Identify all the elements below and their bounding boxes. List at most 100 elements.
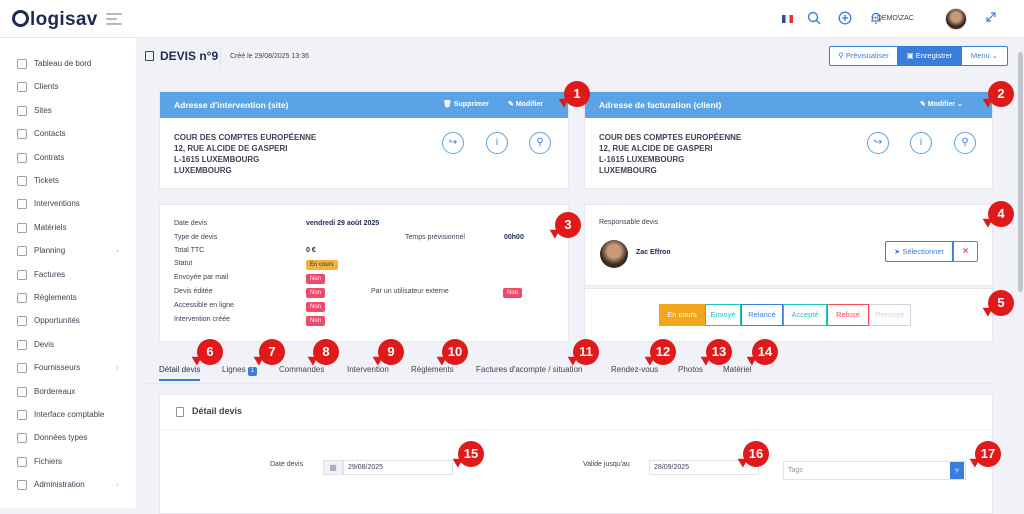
map-pin-icon[interactable]: ⚲ <box>529 132 551 154</box>
document-icon <box>176 407 184 417</box>
edit-billing-address-button[interactable]: ✎ Modifier ⌄ <box>920 92 963 118</box>
status-button-4[interactable]: Refusé <box>827 304 869 326</box>
billing-address-header: Adresse de facturation (client) ✎ Modifi… <box>585 92 992 118</box>
edit-site-address-button[interactable]: ✎ Modifier <box>508 92 543 118</box>
sidebar-item-label: Planning <box>34 246 66 256</box>
marker-6: 6 <box>197 339 223 365</box>
chevron-down-icon[interactable]: ▿ <box>950 462 964 479</box>
quote-date-input[interactable]: 29/08/2025 <box>343 460 453 475</box>
tab-7[interactable]: Photos <box>678 364 703 376</box>
fullscreen-icon[interactable] <box>983 11 999 27</box>
sidebar-item-4[interactable]: Contrats <box>0 147 136 169</box>
quote-date-value: vendredi 29 août 2025 <box>306 220 380 227</box>
sidebar-item-label: Devis <box>34 339 55 349</box>
chevron-right-icon: › <box>116 246 119 256</box>
sidebar-item-label: Fournisseurs <box>34 363 81 373</box>
sidebar-item-2[interactable]: Sites <box>0 100 136 122</box>
sidebar-item-9[interactable]: Factures <box>0 264 136 286</box>
quote-icon <box>17 339 27 350</box>
map-pin-icon[interactable]: ⚲ <box>954 132 976 154</box>
sidebar-item-11[interactable]: Opportunités <box>0 310 136 332</box>
avatar <box>600 240 628 268</box>
marker-17: 17 <box>975 441 1001 467</box>
status-button-1[interactable]: Envoyé <box>705 304 741 326</box>
user-menu[interactable]: ↪DEMO\ZAC <box>871 14 914 22</box>
sidebar-item-7[interactable]: Matériels <box>0 217 136 239</box>
truck-icon <box>17 363 27 374</box>
edited-badge: Non <box>306 288 326 298</box>
status-badge: En cours <box>306 260 338 270</box>
sidebar-item-17[interactable]: Fichiers <box>0 451 136 473</box>
sidebar-item-label: Données types <box>34 433 88 443</box>
tab-3[interactable]: Intervention <box>347 364 389 376</box>
avatar[interactable] <box>945 8 967 30</box>
menu-button[interactable]: Menu ⌄ <box>961 46 1008 66</box>
sidebar-item-6[interactable]: Interventions <box>0 193 136 215</box>
delete-address-button[interactable]: 🗑 Supprimer <box>443 92 489 118</box>
page-header: DEVIS n°9 Créé le 29/08/2025 13:36 ⚲ Pré… <box>145 38 1015 75</box>
scrollbar[interactable] <box>1017 38 1024 508</box>
preview-button[interactable]: ⚲ Prévisualiser <box>829 46 898 66</box>
tab-0[interactable]: Détail devis <box>159 364 201 381</box>
responsible-label: Responsable devis <box>599 219 659 226</box>
tab-1[interactable]: Lignes 1 <box>222 364 257 376</box>
status-button-5[interactable]: Renvoyé <box>869 304 911 326</box>
tab-5[interactable]: Factures d'acompte / situation <box>476 364 582 376</box>
save-button[interactable]: ▣ Enregistrer <box>898 46 961 66</box>
contracts-icon <box>17 152 27 163</box>
add-icon[interactable] <box>837 11 853 27</box>
floppy-icon: ▣ <box>906 51 916 60</box>
tags-input[interactable]: Tags <box>783 461 966 480</box>
share-icon[interactable]: ↪ <box>867 132 889 154</box>
sidebar-item-label: Factures <box>34 269 66 279</box>
sidebar-item-16[interactable]: Données types <box>0 427 136 449</box>
tab-6[interactable]: Rendez-vous <box>611 364 658 376</box>
sidebar-item-14[interactable]: Bordereaux <box>0 381 136 403</box>
sidebar-item-18[interactable]: Administration › <box>0 474 136 496</box>
site-address-text: COUR DES COMPTES EUROPÉENNE 12, RUE ALCI… <box>174 133 317 175</box>
search-icon: ⚲ <box>838 51 846 60</box>
scrollbar-thumb[interactable] <box>1018 52 1023 292</box>
sidebar-item-label: Matériels <box>34 222 67 232</box>
estimated-time-value: 00h00 <box>504 234 524 241</box>
contacts-icon <box>17 129 27 140</box>
app-logo[interactable]: logisav <box>12 9 98 31</box>
sidebar-item-12[interactable]: Devis <box>0 334 136 356</box>
count-badge: 1 <box>247 367 257 376</box>
select-responsible-button[interactable]: ➤ Sélectionner <box>885 241 953 262</box>
tab-8[interactable]: Matériel <box>723 364 751 376</box>
tab-4[interactable]: Règlements <box>411 364 454 376</box>
trash-icon: 🗑 <box>443 101 454 108</box>
sidebar-item-8[interactable]: Planning › <box>0 240 136 262</box>
fr-flag-icon[interactable] <box>782 15 793 23</box>
site-address-card: Adresse d'intervention (site) 🗑 Supprime… <box>159 91 569 189</box>
sidebar-item-5[interactable]: Tickets <box>0 170 136 192</box>
file-icon <box>17 456 27 467</box>
remove-responsible-button[interactable]: × <box>953 241 978 262</box>
responsible-card: Responsable devis Zac Effron ➤ Sélection… <box>584 204 993 286</box>
sidebar-item-1[interactable]: Clients <box>0 76 136 98</box>
info-icon[interactable]: i <box>910 132 932 154</box>
sent-by-mail-badge: Non <box>306 274 326 284</box>
sidebar-item-15[interactable]: Interface comptable <box>0 404 136 426</box>
status-button-2[interactable]: Relancé <box>741 304 783 326</box>
share-icon[interactable]: ↪ <box>442 132 464 154</box>
status-button-3[interactable]: Accepté <box>783 304 827 326</box>
info-icon[interactable]: i <box>486 132 508 154</box>
top-bar: logisav ↪DEMO\ZAC <box>0 0 1024 38</box>
sidebar-item-10[interactable]: Règlements <box>0 287 136 309</box>
sidebar-item-0[interactable]: Tableau de bord <box>0 53 136 75</box>
created-date: Créé le 29/08/2025 13:36 <box>230 53 310 60</box>
search-icon[interactable] <box>806 11 822 27</box>
calendar-icon[interactable]: ▦ <box>323 460 343 475</box>
menu-toggle-icon[interactable] <box>106 13 122 28</box>
sidebar-item-label: Sites <box>34 105 52 115</box>
grid-icon <box>17 433 27 444</box>
pencil-icon: ✎ <box>508 101 516 108</box>
sidebar-item-13[interactable]: Fournisseurs › <box>0 357 136 379</box>
sidebar-item-3[interactable]: Contacts <box>0 123 136 145</box>
cube-icon <box>17 222 27 233</box>
marker-10: 10 <box>442 339 468 365</box>
status-button-0[interactable]: En cours <box>659 304 705 326</box>
tab-2[interactable]: Commandes <box>279 364 324 376</box>
